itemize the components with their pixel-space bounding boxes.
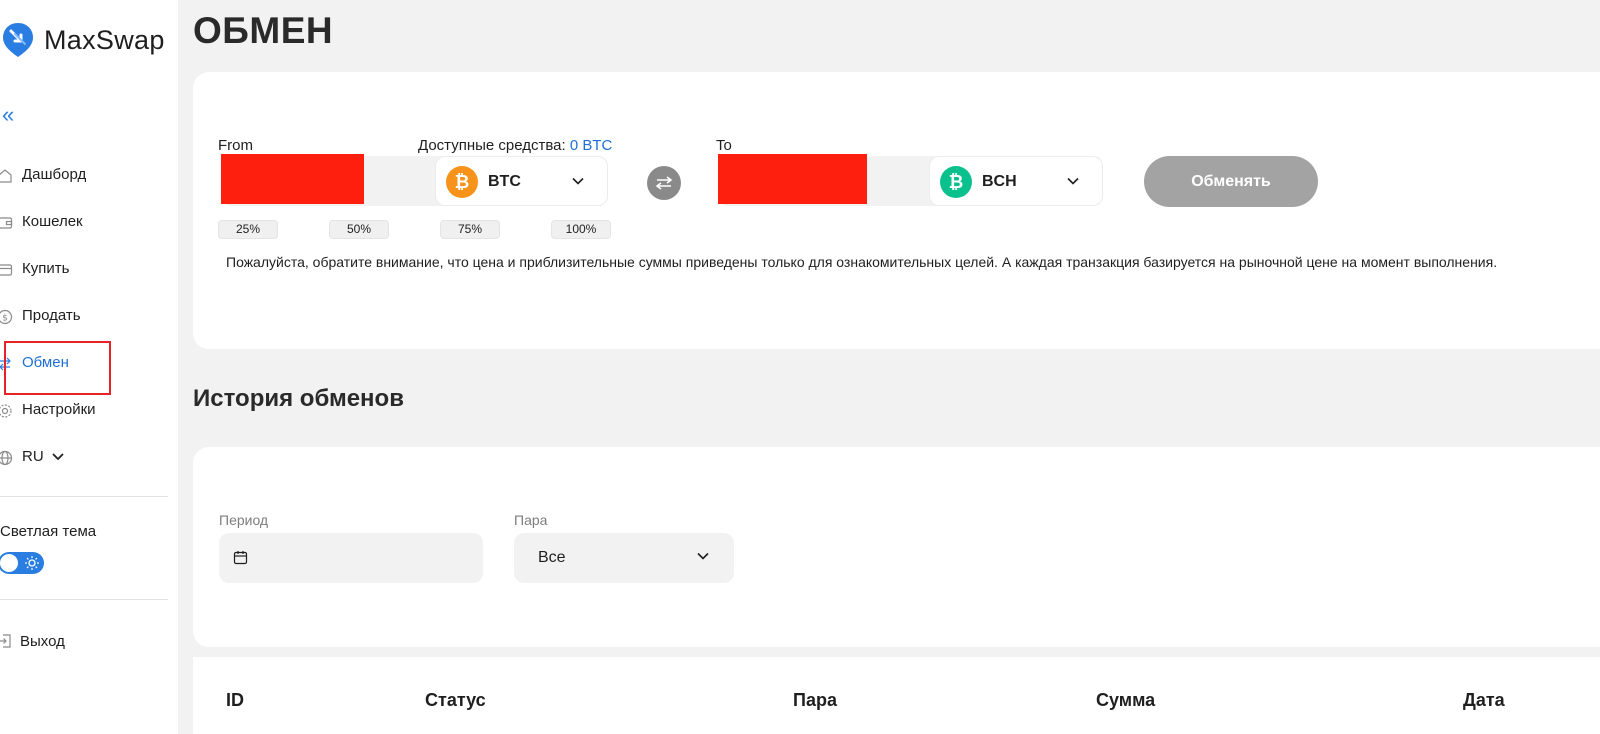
percent-25-button[interactable]: 25% xyxy=(218,220,278,239)
percent-100-button[interactable]: 100% xyxy=(551,220,611,239)
globe-icon xyxy=(0,450,13,466)
price-disclaimer: Пожалуйста, обратите внимание, что цена … xyxy=(226,254,1498,270)
from-label: From xyxy=(218,137,253,154)
column-header-pair: Пара xyxy=(793,690,837,710)
bitcoin-cash-icon: ₿ xyxy=(940,166,972,198)
collapse-sidebar-icon[interactable]: « xyxy=(2,104,22,126)
column-header-id: ID xyxy=(226,690,244,710)
history-filters-card: Период Пара Все xyxy=(193,447,1600,647)
page-title: ОБМЕН xyxy=(193,10,334,51)
chevron-down-icon xyxy=(572,177,584,185)
sidebar-item-dashboard[interactable]: Дашборд xyxy=(0,152,178,199)
pair-select-value: Все xyxy=(538,549,566,566)
sidebar-divider xyxy=(0,496,168,497)
percent-75-button[interactable]: 75% xyxy=(440,220,500,239)
pair-select[interactable]: Все xyxy=(514,533,734,583)
from-amount-group: ₿ BTC xyxy=(221,154,608,206)
logout-icon xyxy=(0,634,11,648)
gear-icon xyxy=(0,404,12,418)
sidebar-nav: Дашборд Кошелек Купить $ Продать Обмен Н… xyxy=(0,152,178,481)
pair-label: Пара xyxy=(514,512,548,528)
sidebar-item-label: Дашборд xyxy=(22,166,87,183)
language-selector-content: RU xyxy=(22,448,64,465)
sidebar: MaxSwap « Дашборд Кошелек Купить $ Прода… xyxy=(0,0,178,734)
language-label: RU xyxy=(22,448,44,465)
logout-button[interactable]: Выход xyxy=(0,630,65,652)
from-amount-input[interactable] xyxy=(221,154,364,204)
to-coin-name: BCH xyxy=(982,173,1017,190)
svg-text:$: $ xyxy=(2,314,8,324)
dollar-icon: $ xyxy=(0,309,13,325)
sidebar-item-label: Купить xyxy=(22,260,70,277)
sidebar-item-label: Кошелек xyxy=(22,213,83,230)
available-funds-value: 0 BTC xyxy=(569,137,613,154)
sidebar-item-wallet[interactable]: Кошелек xyxy=(0,199,178,246)
column-header-amount: Сумма xyxy=(1096,690,1156,710)
column-header-date: Дата xyxy=(1463,690,1505,710)
sidebar-item-sell[interactable]: $ Продать xyxy=(0,293,178,340)
brand[interactable]: MaxSwap xyxy=(2,22,165,58)
swap-direction-button[interactable] xyxy=(647,166,681,200)
sidebar-item-buy[interactable]: Купить xyxy=(0,246,178,293)
calendar-icon xyxy=(233,551,248,565)
home-icon xyxy=(0,169,12,183)
sidebar-item-label: Настройки xyxy=(22,401,96,418)
available-funds: Доступные средства: 0 BTC xyxy=(418,137,612,154)
history-table: ID Статус Пара Сумма Дата xyxy=(193,657,1600,734)
theme-toggle[interactable] xyxy=(0,552,44,574)
chevron-down-icon xyxy=(1067,177,1079,185)
to-amount-input[interactable] xyxy=(718,154,867,204)
maxswap-logo-icon xyxy=(3,23,33,57)
history-title: История обменов xyxy=(193,385,404,412)
to-coin-select[interactable]: ₿ BCH xyxy=(929,156,1103,206)
logout-label: Выход xyxy=(20,632,65,650)
sidebar-divider xyxy=(0,599,168,600)
highlight-annotation-box xyxy=(4,341,111,395)
exchange-submit-button[interactable]: Обменять xyxy=(1144,156,1318,207)
chevron-down-icon xyxy=(52,453,64,461)
toggle-knob xyxy=(0,554,18,572)
brand-name: MaxSwap xyxy=(44,24,165,55)
card-icon xyxy=(0,264,13,276)
to-label: To xyxy=(716,137,732,154)
chevron-down-icon xyxy=(697,552,709,560)
wallet-icon xyxy=(0,217,13,229)
period-date-input[interactable] xyxy=(219,533,483,583)
language-selector[interactable]: RU xyxy=(0,434,178,481)
period-label: Период xyxy=(219,512,269,528)
sun-icon xyxy=(25,556,39,570)
percent-50-button[interactable]: 50% xyxy=(329,220,389,239)
column-header-status: Статус xyxy=(425,690,486,710)
sidebar-item-label: Продать xyxy=(22,307,81,324)
available-funds-label: Доступные средства: xyxy=(418,137,566,154)
theme-label: Светлая тема xyxy=(0,523,97,540)
from-coin-name: BTC xyxy=(488,173,521,190)
swap-arrows-icon xyxy=(655,176,673,190)
from-coin-select[interactable]: ₿ BTC xyxy=(435,156,608,206)
to-amount-group: ₿ BCH xyxy=(718,154,1103,206)
exchange-card: From Доступные средства: 0 BTC ₿ BTC 25%… xyxy=(193,72,1600,349)
bitcoin-icon: ₿ xyxy=(446,166,478,198)
